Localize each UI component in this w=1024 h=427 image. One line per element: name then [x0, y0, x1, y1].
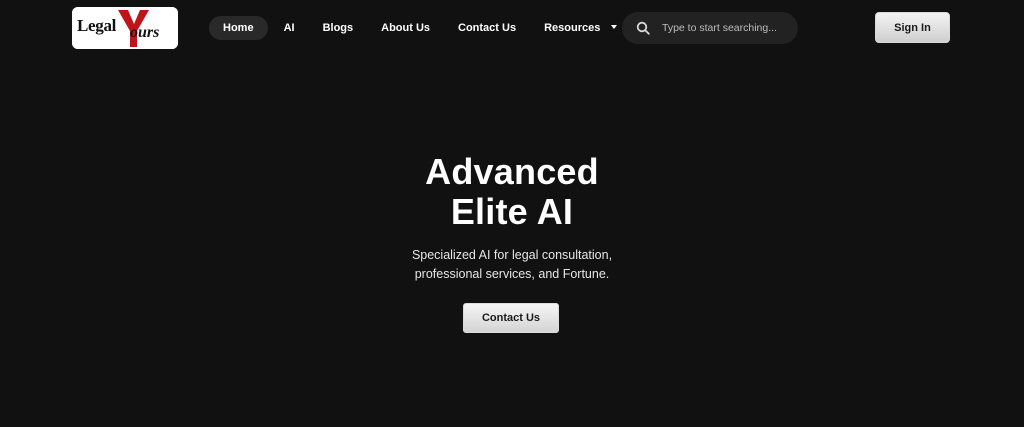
site-header: Legal ours Home AI Blogs About Us Contac… [0, 0, 1024, 56]
nav-item-label: Blogs [322, 22, 354, 34]
logo-text: Legal [77, 16, 117, 35]
logo-text-suffix: ours [130, 24, 160, 41]
page: Legal ours Home AI Blogs About Us Contac… [0, 0, 1024, 427]
nav-item-label: AI [283, 22, 295, 34]
nav-item-ai[interactable]: AI [270, 16, 309, 40]
hero-title: Advanced Elite AI [312, 152, 712, 232]
search-icon[interactable] [636, 21, 650, 35]
hero-title-line-1: Advanced [425, 151, 599, 192]
hero-subtitle-line-1: Specialized AI for legal consultation, [411, 248, 613, 262]
hero-subtitle-line-2: professional services, and Fortune. [414, 267, 610, 281]
nav-item-label: About Us [381, 22, 431, 34]
nav-item-resources[interactable]: Resources [530, 16, 631, 40]
sign-in-button[interactable]: Sign In [875, 12, 950, 43]
main-nav: Home AI Blogs About Us Contact Us Resour… [209, 16, 631, 40]
nav-item-label: Contact Us [458, 22, 517, 34]
brand-logo[interactable]: Legal ours [72, 7, 178, 49]
nav-item-about-us[interactable]: About Us [367, 16, 444, 40]
search-box [622, 12, 798, 44]
nav-item-blogs[interactable]: Blogs [309, 16, 368, 40]
contact-us-button[interactable]: Contact Us [463, 303, 559, 333]
nav-item-contact-us[interactable]: Contact Us [444, 16, 530, 40]
nav-item-label: Resources [544, 22, 601, 34]
hero-title-line-2: Elite AI [450, 191, 574, 232]
nav-item-home[interactable]: Home [209, 16, 268, 40]
search-input[interactable] [662, 19, 790, 37]
hero-subtitle: Specialized AI for legal consultation, p… [362, 246, 662, 284]
nav-item-label: Home [223, 22, 254, 34]
caret-down-icon [611, 25, 618, 30]
